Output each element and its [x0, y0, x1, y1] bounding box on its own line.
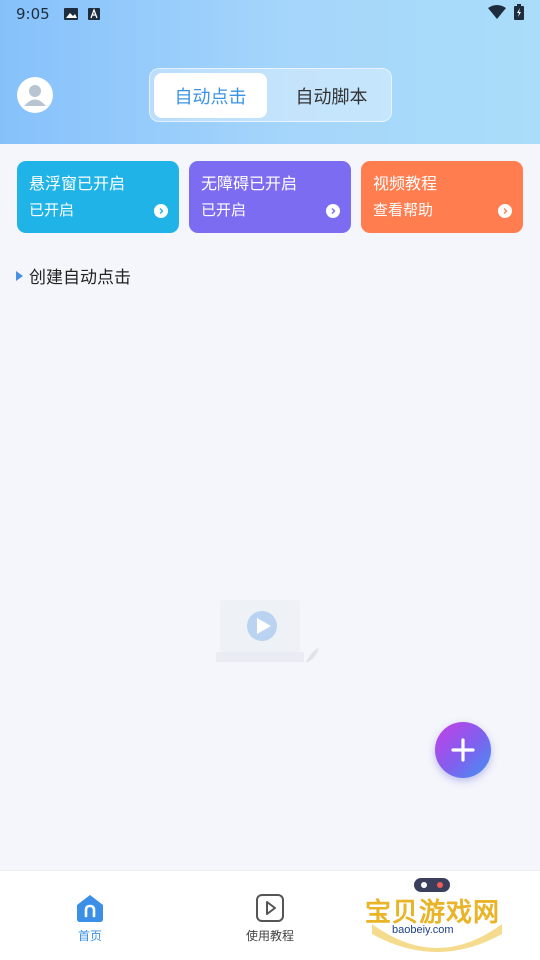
tab-auto-click[interactable]: 自动点击 — [154, 73, 267, 118]
battery-icon — [514, 4, 524, 24]
card-title: 视频教程 — [373, 174, 438, 193]
image-icon — [63, 8, 78, 20]
chevron-right-icon — [154, 204, 168, 218]
add-button[interactable] — [435, 722, 491, 778]
watermark-logo: 宝贝游戏网 baobeiy.com — [362, 872, 512, 958]
card-title: 悬浮窗已开启 — [29, 174, 126, 193]
create-auto-click-section[interactable]: 创建自动点击 — [16, 263, 131, 288]
nav-tutorial-label: 使用教程 — [245, 929, 294, 943]
card-subtitle: 查看帮助 — [373, 201, 434, 219]
plus-icon — [451, 738, 475, 762]
card-subtitle: 已开启 — [201, 201, 247, 219]
accessibility-card[interactable]: 无障碍已开启 已开启 — [189, 161, 351, 233]
a-icon — [87, 8, 100, 20]
nav-home-label: 首页 — [77, 929, 102, 943]
avatar-icon — [18, 78, 52, 112]
avatar[interactable] — [17, 77, 53, 113]
video-tutorial-card[interactable]: 视频教程 查看帮助 — [361, 161, 523, 233]
home-icon — [77, 895, 103, 922]
wifi-icon — [488, 5, 506, 23]
card-subtitle: 已开启 — [29, 201, 75, 219]
mode-segmented-control: 自动点击 自动脚本 — [149, 68, 392, 122]
nav-home[interactable]: 首页 — [45, 893, 135, 944]
card-title: 无障碍已开启 — [201, 174, 298, 193]
status-time: 9:05 — [16, 5, 50, 23]
watermark-url: baobeiy.com — [392, 924, 454, 936]
caret-right-icon — [16, 270, 23, 281]
chevron-right-icon — [498, 204, 512, 218]
tab-auto-script[interactable]: 自动脚本 — [275, 73, 388, 118]
status-bar: 9:05 — [0, 0, 540, 28]
chevron-right-icon — [326, 204, 340, 218]
floating-window-card[interactable]: 悬浮窗已开启 已开启 — [17, 161, 179, 233]
empty-state-illustration — [216, 600, 319, 662]
nav-tutorial[interactable]: 使用教程 — [225, 893, 315, 944]
play-square-icon — [256, 894, 284, 922]
section-title: 创建自动点击 — [29, 268, 131, 288]
